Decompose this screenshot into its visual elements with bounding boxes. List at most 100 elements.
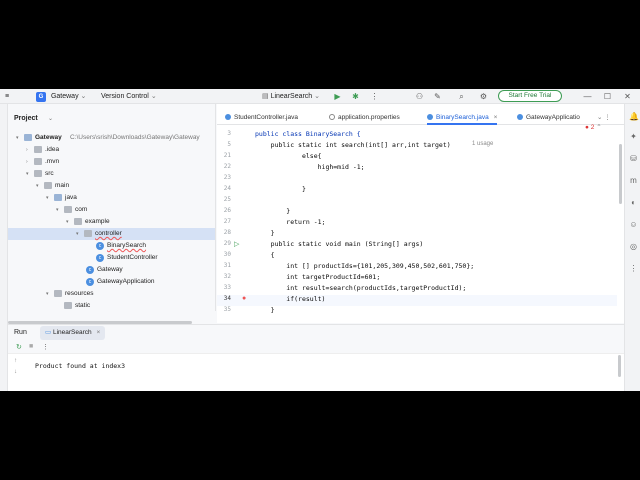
code-line[interactable]: 30 {	[217, 251, 617, 262]
tree-item-example[interactable]: ▾ example	[8, 216, 215, 228]
tab-gatewayapplication[interactable]: GatewayApplicatio	[517, 111, 580, 125]
folder-icon	[34, 170, 42, 177]
class-icon: c	[96, 242, 104, 250]
console-output[interactable]: Product found at index3	[35, 362, 125, 370]
code-line[interactable]: 31 int [] productIds={101,205,309,450,50…	[217, 262, 617, 273]
code-text: if(result)	[255, 295, 326, 303]
notifications-icon[interactable]: 🔔	[629, 112, 639, 121]
tree-label: java	[65, 194, 77, 201]
close-tab-icon[interactable]: ×	[494, 114, 498, 121]
ai-assistant-icon[interactable]: ✦	[629, 132, 638, 141]
scroll-up-icon[interactable]: ↑	[14, 358, 17, 364]
minimize-icon[interactable]: —	[582, 91, 593, 102]
tree-item-mvn[interactable]: › .mvn	[8, 156, 215, 168]
debug-icon[interactable]: ✱	[350, 91, 361, 102]
scroll-down-icon[interactable]: ↓	[14, 369, 17, 375]
tree-item-gateway[interactable]: c Gateway	[8, 264, 215, 276]
more-actions-icon[interactable]: ⋮	[42, 343, 49, 351]
robot-icon[interactable]: ☺	[629, 220, 638, 229]
code-line[interactable]: 35 }	[217, 306, 617, 317]
tree-item-java[interactable]: ▾ java	[8, 192, 215, 204]
code-line[interactable]: 23	[217, 174, 617, 185]
tab-studentcontroller[interactable]: StudentController.java	[225, 111, 298, 125]
more-actions-icon[interactable]: ⋮	[369, 91, 380, 102]
tree-item-gatewayapplication[interactable]: c GatewayApplication	[8, 276, 215, 288]
maven-icon[interactable]: m	[629, 176, 638, 185]
tree-item-main[interactable]: ▾ main	[8, 180, 215, 192]
gradle-icon[interactable]: ◐	[629, 198, 638, 207]
code-text: {	[255, 251, 275, 259]
code-line[interactable]: 33 int result=search(productIds,targetPr…	[217, 284, 617, 295]
tree-item-idea[interactable]: › .idea	[8, 144, 215, 156]
run-config-selector[interactable]: ▤ LinearSearch ⌄	[262, 91, 320, 102]
tab-label: StudentController.java	[234, 114, 298, 121]
console-scrollbar[interactable]	[618, 355, 621, 377]
tab-label: GatewayApplicatio	[526, 114, 580, 121]
code-line[interactable]: 28 }	[217, 229, 617, 240]
close-tab-icon[interactable]: ×	[96, 329, 100, 336]
tree-item-studentcontroller[interactable]: c StudentController	[8, 252, 215, 264]
tree-label: main	[55, 182, 70, 189]
main-menu-icon[interactable]: ≡	[5, 91, 9, 102]
resources-folder-icon	[54, 290, 62, 297]
start-trial-button[interactable]: Start Free Trial	[498, 90, 562, 102]
folder-icon	[64, 302, 72, 309]
code-line[interactable]: 27 return -1;	[217, 218, 617, 229]
folder-icon	[34, 146, 42, 153]
translate-icon[interactable]: ✎	[432, 91, 443, 102]
tree-label: Gateway	[97, 266, 123, 273]
maximize-icon[interactable]: ☐	[602, 91, 613, 102]
copilot-icon[interactable]: ◎	[629, 242, 638, 251]
code-line[interactable]: 5 public static int search(int[] arr,int…	[217, 141, 617, 152]
chevron-down-icon: ▾	[46, 291, 49, 297]
editor-vertical-scrollbar[interactable]	[619, 144, 622, 204]
usage-hint[interactable]: 1 usage	[472, 141, 493, 147]
chevron-down-icon[interactable]: ⌄	[48, 115, 53, 122]
tree-item-resources[interactable]: ▾ resources	[8, 288, 215, 300]
stop-icon[interactable]: ■	[29, 343, 33, 350]
line-number: 24	[223, 185, 231, 192]
tree-item-static[interactable]: static	[8, 300, 215, 311]
vcs-menu[interactable]: Version Control ⌄	[101, 91, 157, 102]
search-icon[interactable]: ⌕	[456, 91, 467, 102]
tree-item-src[interactable]: ▾ src	[8, 168, 215, 180]
run-tab[interactable]: ▭ LinearSearch ×	[40, 326, 106, 340]
run-panel-header: Run ▭ LinearSearch ×	[8, 325, 624, 341]
code-line[interactable]: 29 ▷ public static void main (String[] a…	[217, 240, 617, 251]
code-line[interactable]: 3 public class BinarySearch {	[217, 130, 617, 141]
run-gutter-icon[interactable]: ▷	[234, 240, 239, 248]
error-bulb-icon[interactable]: ●	[242, 295, 246, 302]
tab-application-properties[interactable]: application.properties	[329, 111, 400, 125]
tree-label: .idea	[45, 146, 60, 153]
line-number: 26	[223, 207, 231, 214]
tree-item-com[interactable]: ▾ com	[8, 204, 215, 216]
tree-label: com	[75, 206, 88, 213]
code-line[interactable]: 21 else{	[217, 152, 617, 163]
run-icon[interactable]: ▶	[332, 91, 343, 102]
code-line-current[interactable]: 34 ● if(result)	[217, 295, 617, 306]
gear-icon[interactable]: ⚙	[478, 91, 489, 102]
code-line[interactable]: 25	[217, 196, 617, 207]
code-text: }	[255, 229, 275, 237]
code-text: public class BinarySearch {	[255, 130, 361, 138]
database-icon[interactable]: ⛁	[629, 154, 638, 163]
tab-binarysearch[interactable]: BinarySearch.java ×	[427, 111, 498, 125]
code-line[interactable]: 32 int targetProductId=601;	[217, 273, 617, 284]
code-line[interactable]: 24 }	[217, 185, 617, 196]
tree-item-gateway-root[interactable]: ▾ Gateway C:\Users\srish\Downloads\Gatew…	[8, 132, 215, 144]
code-line[interactable]: 26 }	[217, 207, 617, 218]
chevron-down-icon: ⌄	[80, 93, 87, 100]
tree-item-binarysearch[interactable]: c BinarySearch	[8, 240, 215, 252]
class-icon	[225, 114, 231, 120]
rerun-icon[interactable]: ↻	[16, 343, 22, 351]
tree-label: BinarySearch	[107, 242, 147, 249]
project-name: Gateway	[50, 93, 79, 100]
project-selector[interactable]: G Gateway ⌄	[36, 91, 86, 102]
code-text: }	[255, 185, 306, 193]
code-with-me-icon[interactable]: ⚇	[414, 91, 425, 102]
code-line[interactable]: 22 high=mid -1;	[217, 163, 617, 174]
structure-icon[interactable]: ⋮	[629, 264, 638, 273]
close-icon[interactable]: ✕	[622, 91, 633, 102]
tree-item-controller[interactable]: ▾ controller	[8, 228, 215, 240]
code-text: public static int search(int[] arr,int t…	[255, 141, 451, 149]
